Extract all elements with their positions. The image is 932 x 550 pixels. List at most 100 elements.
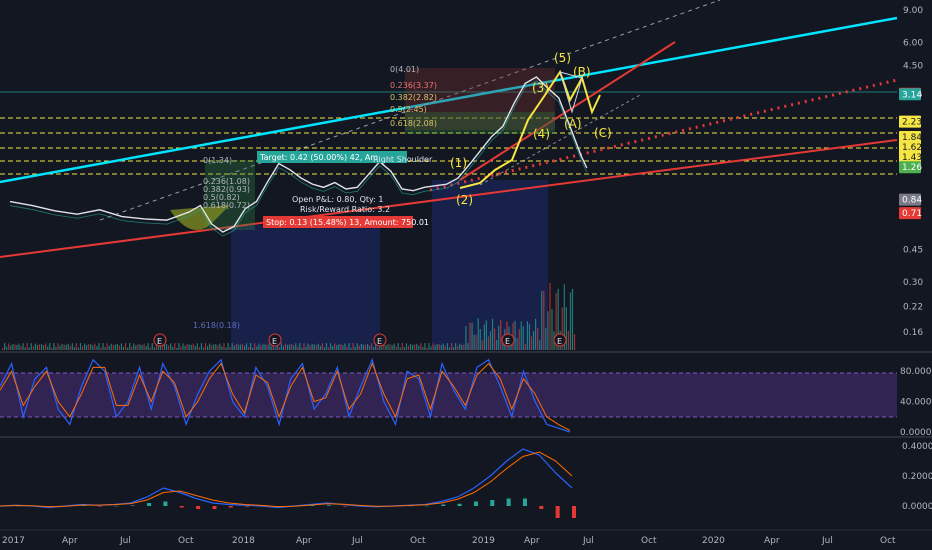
stop-label: Stop: 0.13 (15.48%) 13, Amount: 750.01	[266, 218, 429, 227]
volume-bar-214	[440, 345, 442, 350]
volume-bar-28	[59, 345, 61, 350]
volume-bar-8	[18, 343, 20, 350]
volume-bar-25	[53, 343, 55, 350]
volume-bar-55	[114, 344, 116, 350]
macd-hist-26	[424, 505, 429, 507]
volume-bar-87	[180, 346, 182, 350]
volume-bar-16	[34, 343, 36, 350]
volume-bar-130	[268, 343, 270, 350]
volume-bar-38	[79, 343, 82, 350]
macd-hist-13	[212, 506, 217, 509]
volume-bar-3	[8, 343, 10, 350]
volume-bar-211	[434, 345, 436, 350]
volume-bar-13	[28, 347, 30, 350]
volume-bar-171	[352, 343, 354, 350]
volume-bar-36	[75, 343, 77, 350]
volume-bar-49	[102, 343, 104, 350]
volume-bar-34	[71, 343, 73, 350]
volume-bar-6	[14, 344, 16, 350]
volume-bar-199	[409, 343, 412, 350]
volume-bar-200	[412, 344, 414, 350]
volume-bar-0	[2, 348, 4, 350]
volume-bar-254	[522, 326, 524, 350]
volume-bar-154	[317, 343, 319, 350]
volume-bar-142	[293, 345, 295, 350]
time-tick-11: Oct	[641, 536, 657, 546]
volume-bar-104	[215, 344, 217, 350]
volume-bar-183	[377, 347, 379, 350]
wave-label-0: (1)	[450, 156, 467, 170]
volume-bar-242	[498, 325, 500, 350]
volume-bar-218	[448, 347, 451, 350]
volume-bar-68	[141, 345, 143, 350]
volume-bar-187	[385, 345, 387, 350]
volume-bar-7	[16, 344, 18, 350]
event-label-3: E	[505, 337, 510, 346]
volume-bar-74	[153, 347, 155, 350]
volume-bar-201	[414, 344, 416, 350]
volume-bar-14	[30, 343, 32, 350]
price-tick-6: 0.16	[903, 328, 923, 338]
volume-bar-144	[297, 346, 299, 350]
volume-bar-145	[299, 343, 301, 350]
trading-chart[interactable]: 9.006.004.500.450.300.220.16 3.163.142.2…	[0, 0, 932, 550]
volume-bar-19	[40, 344, 43, 350]
price-tick-1: 6.00	[903, 39, 923, 49]
volume-bar-265	[545, 327, 547, 350]
time-tick-1: Apr	[62, 536, 78, 546]
volume-bar-65	[135, 345, 137, 350]
volume-bar-56	[116, 343, 118, 350]
volume-bar-220	[453, 347, 455, 350]
volume-bar-241	[496, 339, 498, 350]
volume-bar-177	[364, 344, 367, 350]
volume-bar-195	[401, 343, 403, 350]
volume-bar-69	[143, 343, 145, 350]
volume-bar-228	[469, 322, 471, 350]
volume-bar-166	[342, 345, 344, 350]
volume-bar-45	[94, 343, 96, 350]
volume-bar-129	[266, 345, 268, 350]
volume-bar-92	[190, 344, 192, 350]
volume-bar-20	[43, 345, 45, 350]
time-tick-13: Apr	[764, 536, 780, 546]
volume-bar-279	[573, 334, 576, 350]
price-badge-2: 2.23	[902, 118, 922, 128]
volume-bar-11	[24, 347, 26, 350]
volume-bar-209	[430, 346, 432, 350]
volume-bar-112	[231, 343, 233, 350]
volume-bar-223	[459, 343, 461, 350]
volume-bar-102	[211, 345, 213, 350]
volume-bar-60	[125, 343, 127, 350]
volume-bar-5	[12, 344, 14, 350]
volume-bar-127	[262, 344, 264, 350]
volume-bar-58	[120, 343, 123, 350]
macd-hist-6	[98, 506, 103, 507]
volume-bar-135	[278, 347, 280, 350]
volume-bar-277	[569, 292, 572, 350]
volume-bar-153	[315, 344, 317, 350]
volume-bar-160	[330, 343, 332, 350]
macd-hist-33	[539, 506, 544, 509]
volume-bar-173	[356, 343, 358, 350]
time-tick-15: Oct	[880, 536, 896, 546]
volume-bar-236	[485, 320, 487, 350]
volume-bar-162	[334, 343, 336, 350]
volume-bar-40	[84, 343, 86, 350]
macd-hist-29	[473, 501, 478, 506]
time-tick-10: Jul	[582, 536, 594, 546]
volume-bar-17	[36, 345, 39, 350]
volume-bar-22	[47, 346, 49, 350]
volume-bar-18	[38, 344, 41, 350]
price-tick-5: 0.22	[903, 303, 923, 313]
volume-bar-226	[465, 326, 467, 350]
volume-bar-27	[57, 343, 59, 350]
volume-bar-44	[92, 345, 94, 350]
volume-bar-128	[264, 344, 266, 350]
trade-zone-1	[231, 225, 380, 350]
volume-bar-108	[223, 343, 225, 350]
volume-bar-88	[182, 343, 184, 350]
volume-bar-84	[174, 343, 176, 350]
volume-bar-192	[395, 346, 397, 350]
volume-bar-54	[112, 344, 114, 350]
volume-bar-141	[291, 343, 293, 350]
